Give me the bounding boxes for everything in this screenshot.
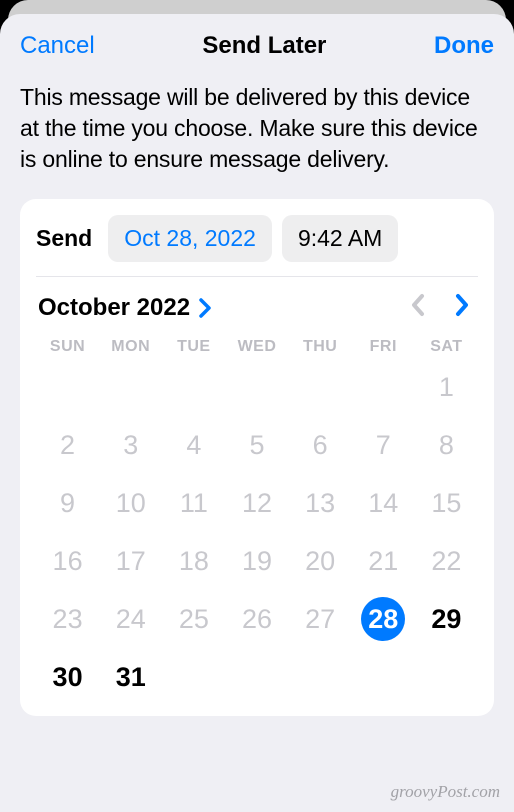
day-cell[interactable]: 14	[352, 480, 415, 526]
day-cell[interactable]: 8	[415, 422, 478, 468]
day-cell[interactable]: 23	[36, 596, 99, 642]
day-cell[interactable]: 26	[225, 596, 288, 642]
days-grid: 1234567891011121314151617181920212223242…	[36, 364, 478, 708]
chevron-right-icon	[198, 298, 212, 318]
day-cell[interactable]: 30	[36, 654, 99, 700]
day-empty	[36, 364, 99, 410]
day-cell[interactable]: 11	[162, 480, 225, 526]
month-header: October 2022	[36, 277, 478, 334]
day-empty	[289, 364, 352, 410]
weekday-header: SUNMONTUEWEDTHUFRISAT	[36, 334, 478, 364]
date-pill[interactable]: Oct 28, 2022	[108, 215, 272, 262]
day-cell[interactable]: 19	[225, 538, 288, 584]
day-cell[interactable]: 22	[415, 538, 478, 584]
weekday-label: THU	[289, 338, 352, 356]
day-cell[interactable]: 7	[352, 422, 415, 468]
month-nav-arrows	[410, 293, 470, 322]
description-text: This message will be delivered by this d…	[20, 82, 494, 175]
watermark: groovyPost.com	[391, 782, 500, 802]
send-row: Send Oct 28, 2022 9:42 AM	[36, 215, 478, 277]
time-pill[interactable]: 9:42 AM	[282, 215, 398, 262]
day-cell[interactable]: 18	[162, 538, 225, 584]
day-empty	[162, 364, 225, 410]
day-cell[interactable]: 28	[352, 596, 415, 642]
day-empty	[99, 364, 162, 410]
weekday-label: TUE	[162, 338, 225, 356]
done-button[interactable]: Done	[434, 32, 494, 60]
day-empty	[352, 364, 415, 410]
day-empty	[225, 364, 288, 410]
weekday-label: FRI	[352, 338, 415, 356]
send-later-sheet: Cancel Send Later Done This message will…	[0, 14, 514, 812]
weekday-label: SAT	[415, 338, 478, 356]
day-cell[interactable]: 3	[99, 422, 162, 468]
day-cell[interactable]: 17	[99, 538, 162, 584]
day-cell[interactable]: 24	[99, 596, 162, 642]
day-cell[interactable]: 20	[289, 538, 352, 584]
sheet-title: Send Later	[202, 32, 326, 60]
weekday-label: MON	[99, 338, 162, 356]
day-cell[interactable]: 21	[352, 538, 415, 584]
day-cell[interactable]: 1	[415, 364, 478, 410]
day-cell[interactable]: 25	[162, 596, 225, 642]
next-month-button[interactable]	[454, 293, 470, 322]
day-cell[interactable]: 13	[289, 480, 352, 526]
send-label: Send	[36, 225, 92, 252]
day-cell[interactable]: 12	[225, 480, 288, 526]
day-cell[interactable]: 9	[36, 480, 99, 526]
day-cell[interactable]: 27	[289, 596, 352, 642]
day-cell[interactable]: 15	[415, 480, 478, 526]
prev-month-button[interactable]	[410, 293, 426, 322]
day-cell[interactable]: 4	[162, 422, 225, 468]
date-picker-card: Send Oct 28, 2022 9:42 AM October 2022 S…	[20, 199, 494, 716]
month-label: October 2022	[38, 294, 190, 322]
weekday-label: WED	[225, 338, 288, 356]
day-cell[interactable]: 2	[36, 422, 99, 468]
nav-bar: Cancel Send Later Done	[20, 32, 494, 60]
day-cell[interactable]: 29	[415, 596, 478, 642]
day-cell[interactable]: 31	[99, 654, 162, 700]
day-cell[interactable]: 5	[225, 422, 288, 468]
month-selector[interactable]: October 2022	[38, 294, 212, 322]
day-cell[interactable]: 6	[289, 422, 352, 468]
weekday-label: SUN	[36, 338, 99, 356]
cancel-button[interactable]: Cancel	[20, 32, 95, 60]
day-cell[interactable]: 10	[99, 480, 162, 526]
day-cell[interactable]: 16	[36, 538, 99, 584]
